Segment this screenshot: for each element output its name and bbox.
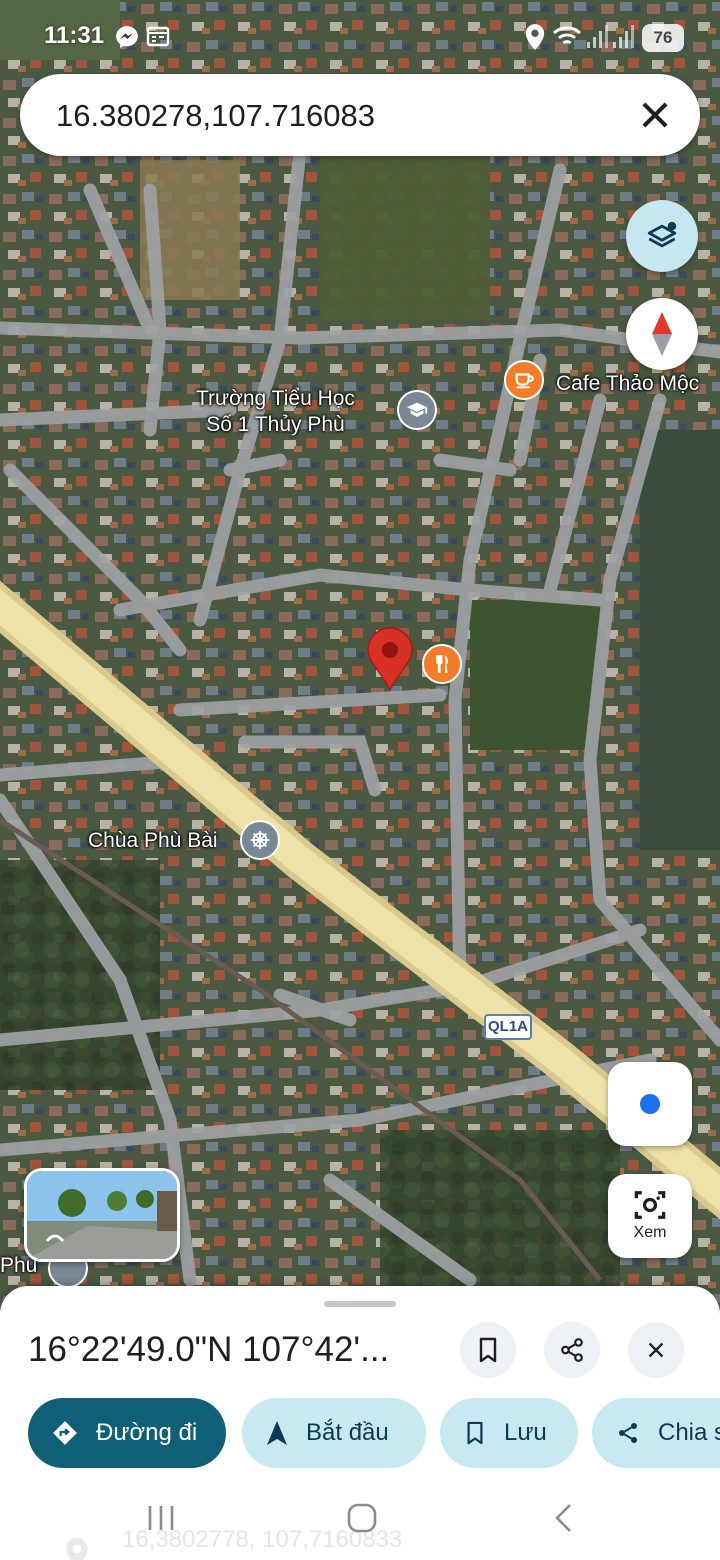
compass-icon bbox=[652, 312, 672, 356]
drag-handle[interactable] bbox=[324, 1301, 396, 1307]
directions-icon bbox=[53, 1421, 77, 1445]
map-label-school[interactable]: Trường Tiểu Học Số 1 Thủy Phù bbox=[196, 386, 355, 438]
map-view[interactable]: Trường Tiểu Học Số 1 Thủy Phù Cafe Thảo M… bbox=[0, 0, 720, 1320]
navigation-arrow-icon bbox=[267, 1421, 287, 1445]
my-location-icon bbox=[640, 1094, 660, 1114]
lens-label: Xem bbox=[633, 1224, 667, 1241]
map-label-pagoda[interactable]: Chùa Phù Bài bbox=[88, 828, 218, 854]
messenger-icon bbox=[116, 26, 138, 48]
my-location-button[interactable] bbox=[608, 1062, 692, 1146]
share-button[interactable] bbox=[544, 1322, 600, 1378]
save-bookmark-button[interactable] bbox=[460, 1322, 516, 1378]
save-chip[interactable]: Lưu bbox=[440, 1398, 578, 1468]
close-icon bbox=[648, 1342, 664, 1358]
status-bar: 11:31 76 bbox=[0, 0, 720, 72]
layers-icon bbox=[647, 221, 677, 248]
camera-search-icon bbox=[634, 1191, 666, 1219]
wifi-icon bbox=[552, 26, 582, 45]
highway-shield: QL1A bbox=[484, 1014, 532, 1040]
directions-label: Đường đi bbox=[96, 1419, 198, 1446]
coffee-cup-icon[interactable] bbox=[504, 360, 544, 400]
status-time: 11:31 bbox=[44, 22, 105, 49]
map-label-cafe[interactable]: Cafe Thảo Mộc bbox=[556, 371, 699, 397]
start-chip[interactable]: Bắt đầu bbox=[242, 1398, 426, 1468]
battery-indicator: 76 bbox=[642, 24, 684, 52]
close-icon[interactable] bbox=[636, 96, 674, 134]
system-nav-bar: 16,3802778, 107,7160833 bbox=[0, 1482, 720, 1560]
save-label: Lưu bbox=[504, 1419, 547, 1446]
share-chip[interactable]: Chia s bbox=[592, 1398, 720, 1468]
lens-button[interactable]: Xem bbox=[608, 1174, 692, 1258]
pin-icon bbox=[66, 1538, 88, 1560]
compass-button[interactable] bbox=[626, 298, 698, 370]
recent-apps-icon[interactable] bbox=[146, 1504, 176, 1532]
share-label: Chia s bbox=[658, 1419, 720, 1446]
signal-icon bbox=[587, 25, 608, 48]
graduation-cap-icon[interactable] bbox=[397, 390, 437, 430]
dharma-wheel-icon[interactable] bbox=[240, 820, 280, 860]
start-label: Bắt đầu bbox=[306, 1419, 389, 1446]
back-icon[interactable] bbox=[552, 1502, 576, 1534]
bookmark-icon bbox=[467, 1421, 483, 1445]
fork-knife-icon[interactable] bbox=[422, 644, 462, 684]
close-sheet-button[interactable] bbox=[628, 1322, 684, 1378]
place-bottom-sheet[interactable]: 16°22'49.0"N 107°42'... Đường đi Bắt đầu bbox=[0, 1286, 720, 1560]
directions-chip[interactable]: Đường đi bbox=[28, 1398, 226, 1468]
share-icon bbox=[561, 1338, 583, 1362]
calendar-icon bbox=[146, 26, 170, 47]
search-bar[interactable]: 16.380278,107.716083 bbox=[20, 74, 700, 156]
street-view-image bbox=[27, 1171, 177, 1259]
search-input[interactable]: 16.380278,107.716083 bbox=[56, 98, 375, 134]
bookmark-icon bbox=[479, 1337, 497, 1363]
signal-icon bbox=[613, 25, 634, 48]
place-title: 16°22'49.0"N 107°42'... bbox=[28, 1330, 390, 1369]
location-icon bbox=[525, 24, 545, 50]
share-icon bbox=[619, 1423, 637, 1443]
layers-button[interactable] bbox=[626, 200, 698, 272]
home-icon[interactable] bbox=[346, 1502, 378, 1534]
street-view-thumbnail[interactable] bbox=[24, 1168, 180, 1262]
